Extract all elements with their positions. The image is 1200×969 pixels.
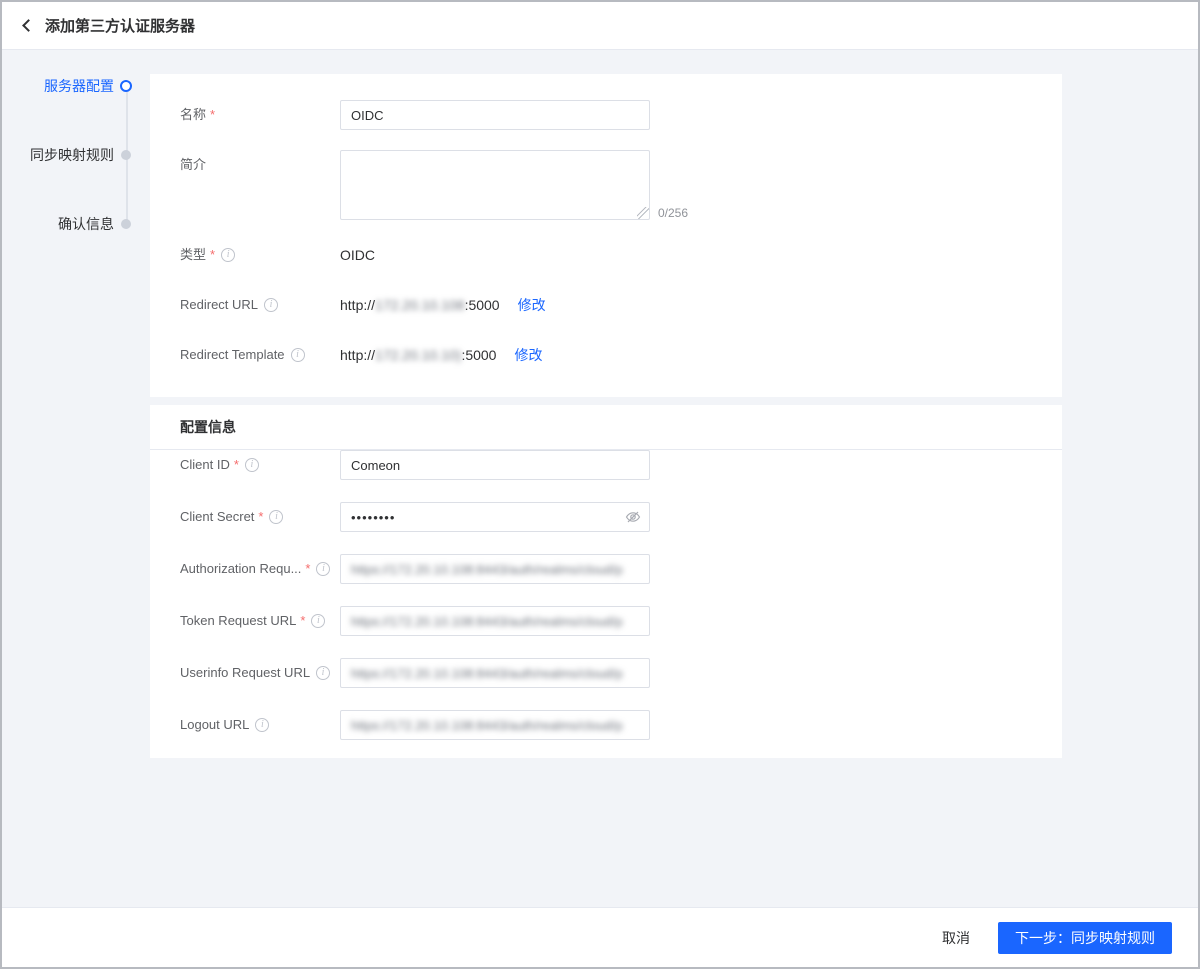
step-dot-icon: [121, 219, 131, 229]
userinfo-url-input[interactable]: https://172.20.10.108:8443/auth/realms/c…: [340, 658, 650, 688]
masked-url-value: https://172.20.10.108:8443/auth/realms/c…: [351, 614, 623, 629]
info-icon[interactable]: i: [245, 458, 259, 472]
required-mark: *: [210, 240, 215, 270]
masked-url-segment: 172.20.10.108: [375, 297, 465, 313]
cancel-button[interactable]: 取消: [932, 922, 980, 954]
intro-textarea[interactable]: [340, 150, 650, 220]
masked-url-segment: 172.20.10.10): [375, 347, 461, 363]
required-mark: *: [258, 502, 263, 532]
redirect-template-value: http:// 172.20.10.10) :5000: [340, 347, 496, 363]
masked-url-value: https://172.20.10.108:8443/auth/realms/c…: [351, 562, 623, 577]
required-mark: *: [300, 606, 305, 636]
authorization-url-row: Authorization Requ... * i https://172.20…: [180, 554, 1032, 584]
token-url-input[interactable]: https://172.20.10.108:8443/auth/realms/c…: [340, 606, 650, 636]
redirect-url-value: http:// 172.20.10.108 :5000: [340, 297, 500, 313]
required-mark: *: [305, 554, 310, 584]
intro-label: 简介: [180, 155, 206, 175]
content-area: 服务器配置 同步映射规则 确认信息 名称 *: [2, 50, 1198, 907]
client-secret-input[interactable]: [340, 502, 650, 532]
footer-action-bar: 取消 下一步：同步映射规则: [2, 907, 1198, 967]
page-header: 添加第三方认证服务器: [2, 2, 1198, 50]
info-icon[interactable]: i: [291, 348, 305, 362]
back-icon[interactable]: [22, 19, 35, 32]
intro-row: 简介 0/256: [180, 150, 1032, 220]
modify-redirect-url-link[interactable]: 修改: [518, 295, 546, 315]
name-input[interactable]: [340, 100, 650, 130]
logout-url-row: Logout URL i https://172.20.10.108:8443/…: [180, 710, 1032, 740]
steps-sidebar: 服务器配置 同步映射规则 确认信息: [2, 50, 150, 907]
redirect-template-label: Redirect Template: [180, 340, 285, 370]
char-counter: 0/256: [658, 206, 688, 220]
authorization-url-input[interactable]: https://172.20.10.108:8443/auth/realms/c…: [340, 554, 650, 584]
token-url-row: Token Request URL * i https://172.20.10.…: [180, 606, 1032, 636]
config-info-section-header: 配置信息: [150, 405, 1062, 450]
required-mark: *: [210, 100, 215, 130]
page-title: 添加第三方认证服务器: [45, 15, 195, 36]
client-id-label: Client ID: [180, 450, 230, 480]
authorization-url-label: Authorization Requ...: [180, 554, 301, 584]
name-label: 名称: [180, 100, 206, 130]
url-prefix: http://: [340, 297, 375, 313]
step-dot-icon: [121, 150, 131, 160]
step-dot-active-icon: [120, 80, 132, 92]
type-row: 类型 * i OIDC: [180, 240, 1032, 270]
step-label: 确认信息: [2, 214, 114, 234]
client-id-input[interactable]: [340, 450, 650, 480]
required-mark: *: [234, 450, 239, 480]
eye-off-icon[interactable]: [625, 509, 641, 525]
logout-url-input[interactable]: https://172.20.10.108:8443/auth/realms/c…: [340, 710, 650, 740]
add-auth-server-page: 添加第三方认证服务器 服务器配置 同步映射规则 确认信息 名称: [0, 0, 1200, 969]
info-icon[interactable]: i: [221, 248, 235, 262]
info-icon[interactable]: i: [311, 614, 325, 628]
next-step-button[interactable]: 下一步：同步映射规则: [998, 922, 1172, 954]
type-label: 类型: [180, 240, 206, 270]
url-suffix: :5000: [461, 347, 496, 363]
userinfo-url-label: Userinfo Request URL: [180, 658, 310, 688]
info-icon[interactable]: i: [316, 666, 330, 680]
redirect-url-label: Redirect URL: [180, 290, 258, 320]
client-id-row: Client ID * i: [180, 450, 1032, 480]
client-secret-row: Client Secret * i: [180, 502, 1032, 532]
config-info-card: 配置信息 Client ID * i Client Secret * i: [150, 405, 1062, 758]
userinfo-url-row: Userinfo Request URL i https://172.20.10…: [180, 658, 1032, 688]
token-url-label: Token Request URL: [180, 606, 296, 636]
section-title: 配置信息: [180, 417, 236, 437]
redirect-url-row: Redirect URL i http:// 172.20.10.108 :50…: [180, 290, 1032, 320]
step-confirm-info[interactable]: 确认信息: [2, 216, 150, 232]
url-prefix: http://: [340, 347, 375, 363]
server-config-card: 名称 * 简介 0/256 类型 *: [150, 74, 1062, 397]
name-row: 名称 *: [180, 100, 1032, 130]
step-label: 同步映射规则: [2, 145, 114, 165]
url-suffix: :5000: [465, 297, 500, 313]
masked-url-value: https://172.20.10.108:8443/auth/realms/c…: [351, 718, 623, 733]
info-icon[interactable]: i: [269, 510, 283, 524]
modify-redirect-template-link[interactable]: 修改: [514, 345, 542, 365]
logout-url-label: Logout URL: [180, 710, 249, 740]
info-icon[interactable]: i: [264, 298, 278, 312]
step-server-config[interactable]: 服务器配置: [2, 78, 150, 94]
step-label: 服务器配置: [2, 76, 114, 96]
redirect-template-row: Redirect Template i http:// 172.20.10.10…: [180, 340, 1032, 370]
masked-url-value: https://172.20.10.108:8443/auth/realms/c…: [351, 666, 623, 681]
client-secret-label: Client Secret: [180, 502, 254, 532]
info-icon[interactable]: i: [255, 718, 269, 732]
step-sync-mapping-rules[interactable]: 同步映射规则: [2, 147, 150, 163]
type-value: OIDC: [340, 247, 375, 263]
info-icon[interactable]: i: [316, 562, 330, 576]
